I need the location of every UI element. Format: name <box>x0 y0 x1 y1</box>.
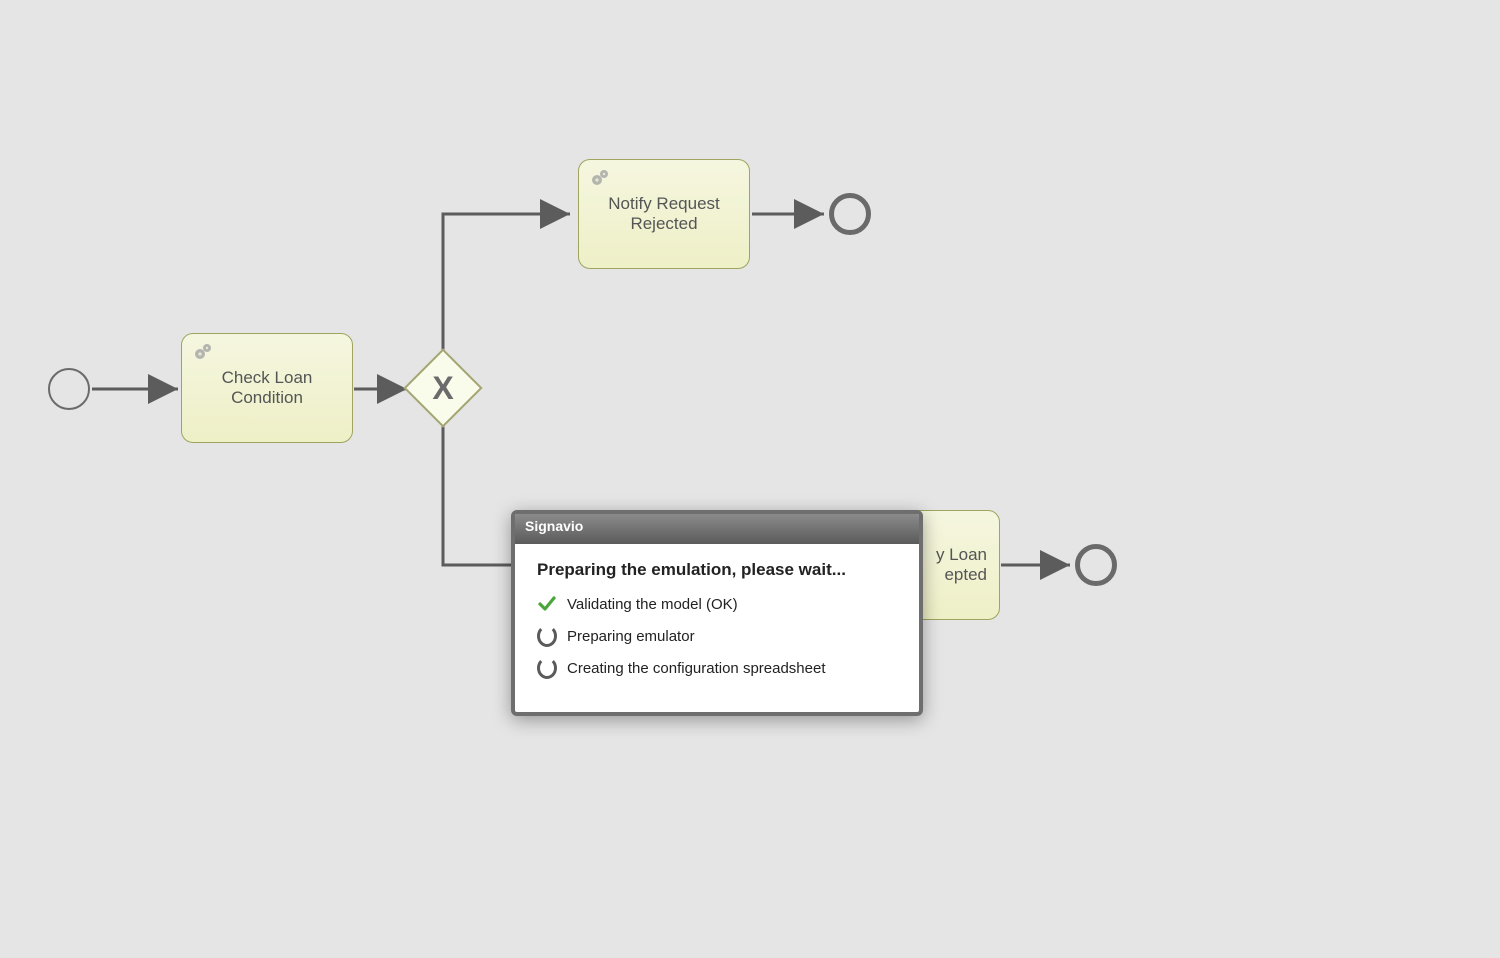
step-creating-spreadsheet: Creating the configuration spreadsheet <box>537 658 901 678</box>
check-icon <box>537 594 557 614</box>
service-task-icon <box>192 342 216 367</box>
dialog-body: Preparing the emulation, please wait... … <box>515 544 919 712</box>
dialog-titlebar[interactable]: Signavio <box>515 514 919 544</box>
end-event-accepted[interactable] <box>1075 544 1117 586</box>
dialog-heading: Preparing the emulation, please wait... <box>537 560 901 580</box>
gateway-x-icon: X <box>417 362 469 414</box>
end-event-rejected[interactable] <box>829 193 871 235</box>
spinner-icon <box>537 658 557 678</box>
spinner-icon <box>537 626 557 646</box>
bpmn-canvas[interactable]: Check LoanCondition X Notify RequestReje… <box>0 0 1500 958</box>
dialog-title: Signavio <box>525 518 583 534</box>
flow-edges <box>0 0 1500 958</box>
task-check-loan-condition[interactable]: Check LoanCondition <box>181 333 353 443</box>
task-label: Check LoanCondition <box>222 368 313 409</box>
task-label: Notify RequestRejected <box>608 194 720 235</box>
step-preparing-emulator: Preparing emulator <box>537 626 901 646</box>
step-label: Creating the configuration spreadsheet <box>567 660 826 677</box>
service-task-icon <box>589 168 613 193</box>
step-validating: Validating the model (OK) <box>537 594 901 614</box>
emulation-progress-dialog: Signavio Preparing the emulation, please… <box>511 510 923 716</box>
step-label: Preparing emulator <box>567 628 695 645</box>
start-event[interactable] <box>48 368 90 410</box>
exclusive-gateway[interactable]: X <box>403 348 482 427</box>
step-label: Validating the model (OK) <box>567 596 738 613</box>
task-notify-rejected[interactable]: Notify RequestRejected <box>578 159 750 269</box>
